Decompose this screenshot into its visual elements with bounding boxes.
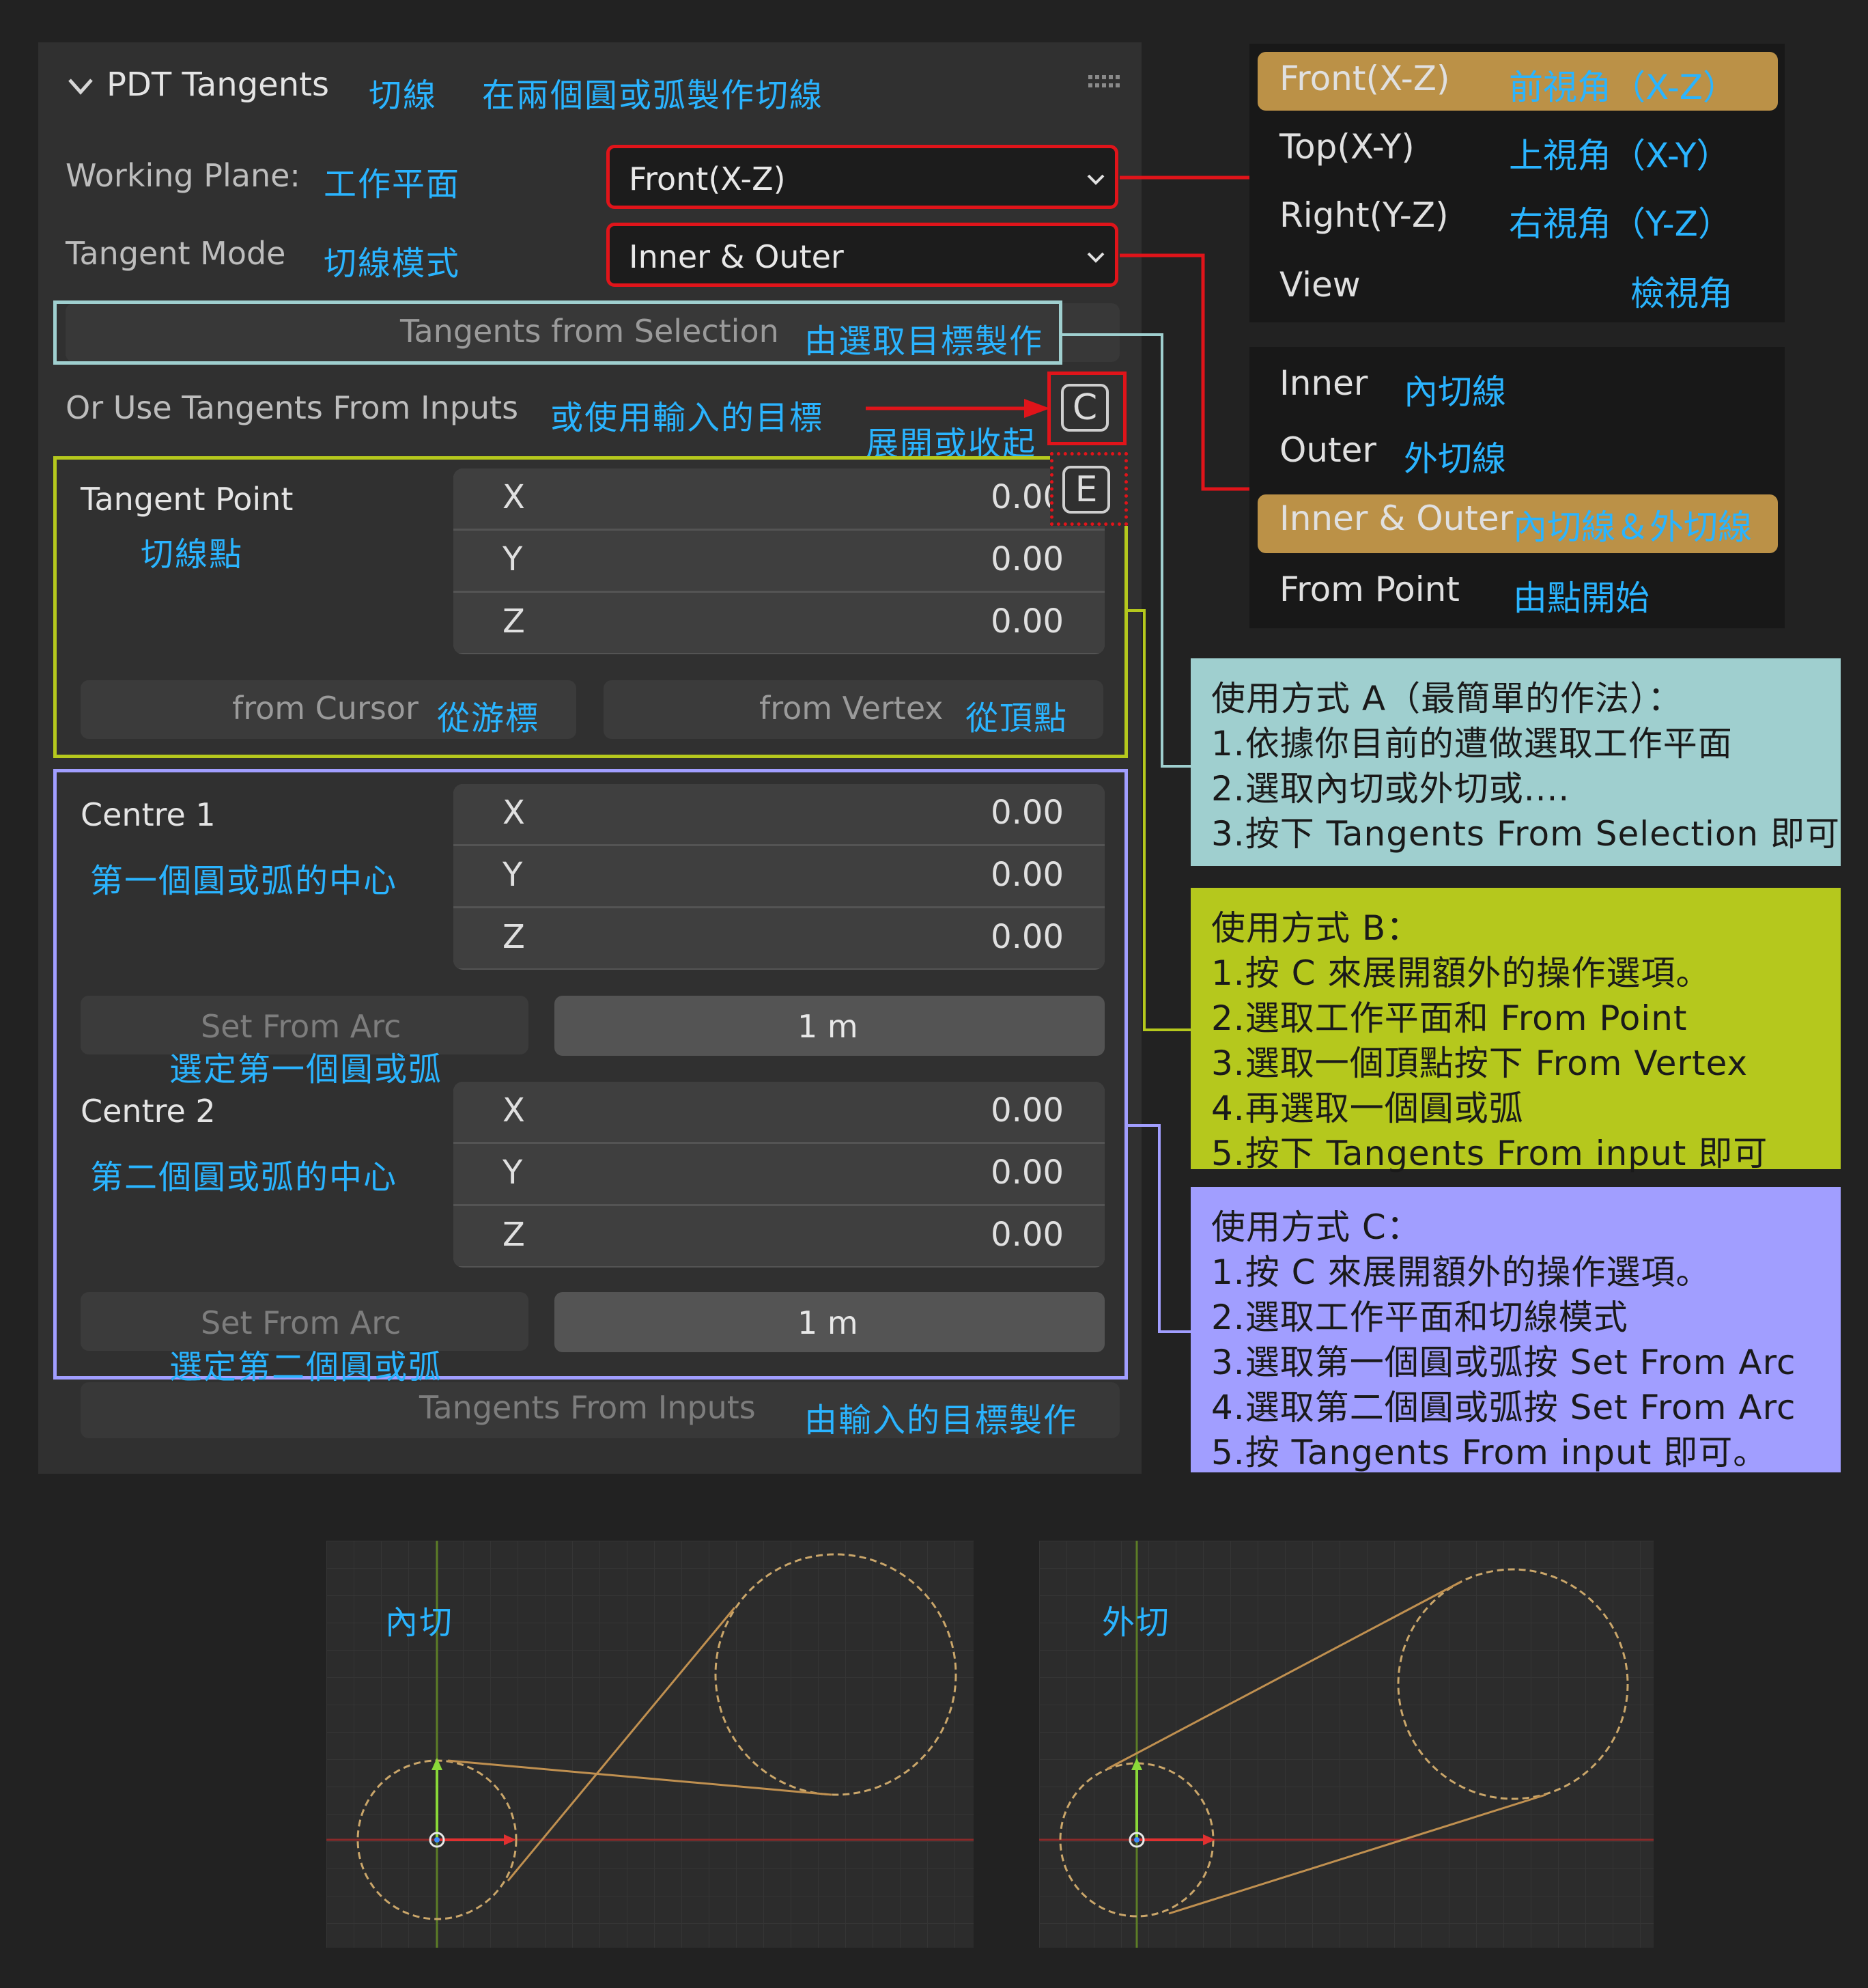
plane-option-right-cn: 右視角（Y-Z） [1509,204,1732,244]
note-line: 2.選取內切或外切或.... [1211,769,1570,809]
note-line: 5.按 Tangents From input 即可。 [1211,1433,1768,1472]
plane-option-right[interactable]: Right(Y-Z) [1279,195,1449,235]
note-line: 2.選取工作平面和 From Point [1211,998,1688,1038]
note-line: 1.依據你目前的遭做選取工作平面 [1211,724,1733,764]
usage-note-a: 使用方式 A（最簡單的作法）： 1.依據你目前的遭做選取工作平面 2.選取內切或… [1191,658,1841,866]
plane-option-view-cn: 檢視角 [1630,274,1733,313]
mode-option-inner[interactable]: Inner [1279,363,1368,403]
mode-option-inner-outer[interactable]: Inner & Outer [1279,499,1513,538]
plane-option-front-cn: 前視角（X-Z） [1509,68,1738,107]
note-line: 2.選取工作平面和切線模式 [1211,1298,1628,1337]
mode-option-inner-cn: 內切線 [1404,372,1506,412]
note-line: 3.選取第一個圓或弧按 Set From Arc [1211,1343,1796,1382]
mode-option-outer-cn: 外切線 [1404,439,1506,479]
tangent-mode-menu: Inner 內切線 Outer 外切線 Inner & Outer 內切線＆外切… [1249,347,1785,628]
mode-option-from-point[interactable]: From Point [1279,570,1460,609]
usage-note-b: 使用方式 B： 1.按 C 來展開額外的操作選項。 2.選取工作平面和 From… [1191,888,1841,1173]
mode-option-inner-outer-cn: 內切線＆外切線 [1513,507,1752,547]
plane-option-view[interactable]: View [1279,265,1361,305]
note-line: 使用方式 C： [1211,1207,1421,1247]
note-line: 3.選取一個頂點按下 From Vertex [1211,1044,1749,1083]
plane-option-front[interactable]: Front(X-Z) [1279,59,1450,98]
note-line: 1.按 C 來展開額外的操作選項。 [1211,1252,1711,1292]
inner-tangent-label: 內切 [385,1604,454,1642]
note-line: 使用方式 B： [1211,908,1421,948]
note-line: 4.再選取一個圓或弧 [1211,1089,1524,1128]
note-line: 1.按 C 來展開額外的操作選項。 [1211,953,1711,993]
usage-note-c: 使用方式 C： 1.按 C 來展開額外的操作選項。 2.選取工作平面和切線模式 … [1191,1187,1841,1472]
outer-tangent-label: 外切 [1102,1604,1171,1642]
mode-option-outer[interactable]: Outer [1279,430,1376,470]
note-line: 使用方式 A（最簡單的作法）： [1211,679,1683,718]
note-line: 4.選取第二個圓或弧按 Set From Arc [1211,1388,1796,1427]
working-plane-menu: Front(X-Z) 前視角（X-Z） Top(X-Y) 上視角（X-Y） Ri… [1249,44,1785,322]
plane-option-top[interactable]: Top(X-Y) [1279,127,1415,167]
note-line: 3.按下 Tangents From Selection 即可 [1211,814,1841,854]
plane-option-top-cn: 上視角（X-Y） [1509,136,1731,176]
note-line: 5.按下 Tangents From input 即可 [1211,1134,1768,1173]
mode-option-from-point-cn: 由點開始 [1513,578,1650,618]
